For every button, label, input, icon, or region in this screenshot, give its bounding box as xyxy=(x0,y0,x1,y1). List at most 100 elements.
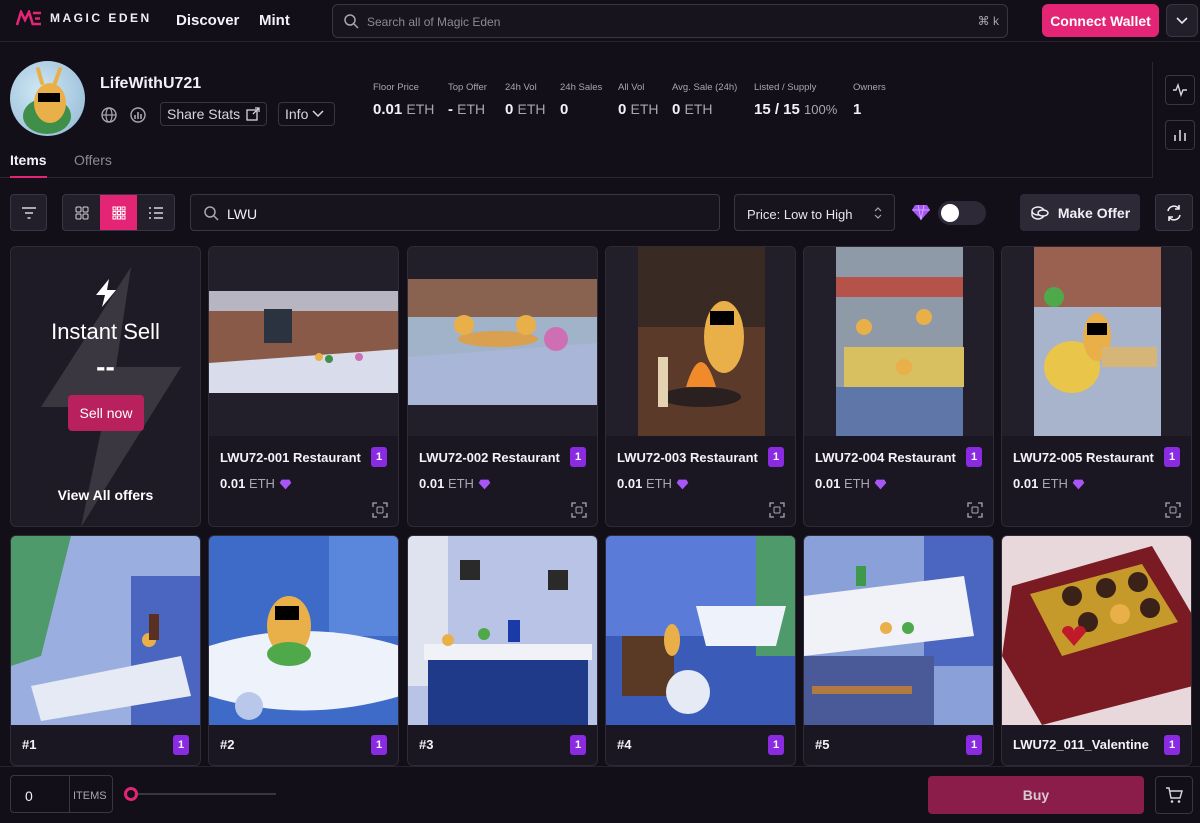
analytics-button[interactable] xyxy=(1165,120,1195,150)
tab-items[interactable]: Items xyxy=(10,152,47,178)
external-link-icon xyxy=(246,107,260,121)
search-icon xyxy=(343,13,359,34)
nft-card[interactable]: #3 1 xyxy=(407,535,598,766)
nft-image xyxy=(804,536,993,725)
top-nav: MAGIC EDEN Discover Mint Search all of M… xyxy=(0,0,1200,42)
item-search-value: LWU xyxy=(227,206,258,222)
global-search-input[interactable]: Search all of Magic Eden ⌘ k xyxy=(332,4,1008,38)
instant-sell-card: Instant Sell -- Sell now View All offers xyxy=(10,246,201,527)
nft-image xyxy=(209,536,398,725)
nft-card[interactable]: LWU72-002 Restaurant 1 0.01 ETH xyxy=(407,246,598,527)
quick-view-icon[interactable] xyxy=(1165,502,1181,518)
quantity-badge: 1 xyxy=(570,447,586,467)
make-offer-label: Make Offer xyxy=(1057,204,1131,221)
bar-chart-icon xyxy=(1174,130,1186,141)
quick-view-icon[interactable] xyxy=(967,502,983,518)
quantity-value: 0 xyxy=(25,788,33,804)
sell-now-button[interactable]: Sell now xyxy=(68,395,144,431)
nav-mint[interactable]: Mint xyxy=(259,12,290,29)
tab-offers[interactable]: Offers xyxy=(74,152,112,168)
nft-card[interactable]: LWU72-001 Restaurant 1 0.01 ETH xyxy=(208,246,399,527)
quantity-badge: 1 xyxy=(768,735,784,755)
nav-menu-button[interactable] xyxy=(1166,4,1198,37)
coins-icon xyxy=(1031,205,1049,220)
quantity-badge: 1 xyxy=(371,447,387,467)
nft-image xyxy=(408,536,597,725)
view-list[interactable] xyxy=(137,195,174,230)
sort-select[interactable]: Price: Low to High xyxy=(734,194,895,231)
sort-chevron-icon xyxy=(874,207,882,219)
nft-card[interactable]: #1 1 xyxy=(10,535,201,766)
quantity-slider-track[interactable] xyxy=(130,793,276,795)
nft-title: #3 xyxy=(419,737,434,752)
nft-price: 0.01 ETH xyxy=(1013,476,1085,491)
lightning-icon xyxy=(96,279,116,307)
magic-eden-logo[interactable]: MAGIC EDEN xyxy=(16,10,152,26)
nft-title: LWU72-005 Restaurant xyxy=(1013,450,1154,465)
quantity-badge: 1 xyxy=(173,735,189,755)
filter-button[interactable] xyxy=(10,194,47,231)
view-mode-group xyxy=(62,194,175,231)
chevron-down-icon xyxy=(312,110,324,118)
nft-card[interactable]: #5 1 xyxy=(803,535,994,766)
refresh-icon xyxy=(1167,204,1181,221)
quantity-badge: 1 xyxy=(570,735,586,755)
info-dropdown[interactable]: Info xyxy=(278,102,335,126)
nft-image xyxy=(606,247,795,436)
globe-icon[interactable] xyxy=(100,106,118,124)
quantity-input[interactable]: 0 ITEMS xyxy=(10,775,113,813)
stat-avg-sale: Avg. Sale (24h) 0 ETH xyxy=(672,82,738,118)
stat-owners: Owners 1 xyxy=(853,82,886,118)
diamond-icon xyxy=(478,479,491,490)
nft-title: #4 xyxy=(617,737,632,752)
connect-wallet-button[interactable]: Connect Wallet xyxy=(1042,4,1159,37)
quantity-badge: 1 xyxy=(371,735,387,755)
nft-card[interactable]: LWU72_011_Valentine 1 xyxy=(1001,535,1192,766)
collection-name: LifeWithU721 xyxy=(100,75,202,92)
bottom-buy-bar: 0 ITEMS Buy xyxy=(0,766,1200,823)
diamond-icon xyxy=(676,479,689,490)
share-stats-button[interactable]: Share Stats xyxy=(160,102,268,126)
item-search-input[interactable]: LWU xyxy=(190,194,720,231)
view-large-grid[interactable] xyxy=(63,195,100,230)
make-offer-button[interactable]: Make Offer xyxy=(1020,194,1140,231)
stat-24h-sales: 24h Sales 0 xyxy=(560,82,603,118)
diamond-icon xyxy=(1072,479,1085,490)
nft-card[interactable]: LWU72-003 Restaurant 1 0.01 ETH xyxy=(605,246,796,527)
search-placeholder: Search all of Magic Eden xyxy=(367,15,501,29)
instant-sell-value: -- xyxy=(96,351,115,382)
nft-card[interactable]: LWU72-004 Restaurant 1 0.01 ETH xyxy=(803,246,994,527)
cart-button[interactable] xyxy=(1155,776,1193,814)
nft-card[interactable]: #2 1 xyxy=(208,535,399,766)
divider xyxy=(1152,62,1153,178)
nft-title: #2 xyxy=(220,737,235,752)
magic-eden-logo-icon xyxy=(16,10,42,26)
etherscan-icon[interactable] xyxy=(129,106,147,124)
quick-view-icon[interactable] xyxy=(372,502,388,518)
nav-discover[interactable]: Discover xyxy=(176,12,239,29)
nft-image xyxy=(1002,247,1191,436)
list-icon xyxy=(148,206,163,219)
share-stats-label: Share Stats xyxy=(167,106,241,122)
nft-price: 0.01 ETH xyxy=(220,476,292,491)
nft-title: LWU72-002 Restaurant xyxy=(419,450,560,465)
quantity-slider-handle[interactable] xyxy=(124,787,138,801)
grid-large-icon xyxy=(75,206,88,219)
sort-label: Price: Low to High xyxy=(747,207,853,222)
quick-view-icon[interactable] xyxy=(769,502,785,518)
collection-tabs: Items Offers xyxy=(0,150,1152,178)
nft-image xyxy=(1002,536,1191,725)
view-small-grid[interactable] xyxy=(100,195,137,230)
view-all-offers-link[interactable]: View All offers xyxy=(11,487,200,503)
nft-price: 0.01 ETH xyxy=(419,476,491,491)
nft-card[interactable]: LWU72-005 Restaurant 1 0.01 ETH xyxy=(1001,246,1192,527)
quick-view-icon[interactable] xyxy=(571,502,587,518)
nft-title: #5 xyxy=(815,737,830,752)
pro-toggle[interactable] xyxy=(938,201,986,225)
toggle-knob xyxy=(941,204,959,222)
buy-button[interactable]: Buy xyxy=(928,776,1144,814)
nft-card[interactable]: #4 1 xyxy=(605,535,796,766)
activity-button[interactable] xyxy=(1165,75,1195,105)
refresh-button[interactable] xyxy=(1155,194,1193,231)
cart-icon xyxy=(1166,787,1183,803)
